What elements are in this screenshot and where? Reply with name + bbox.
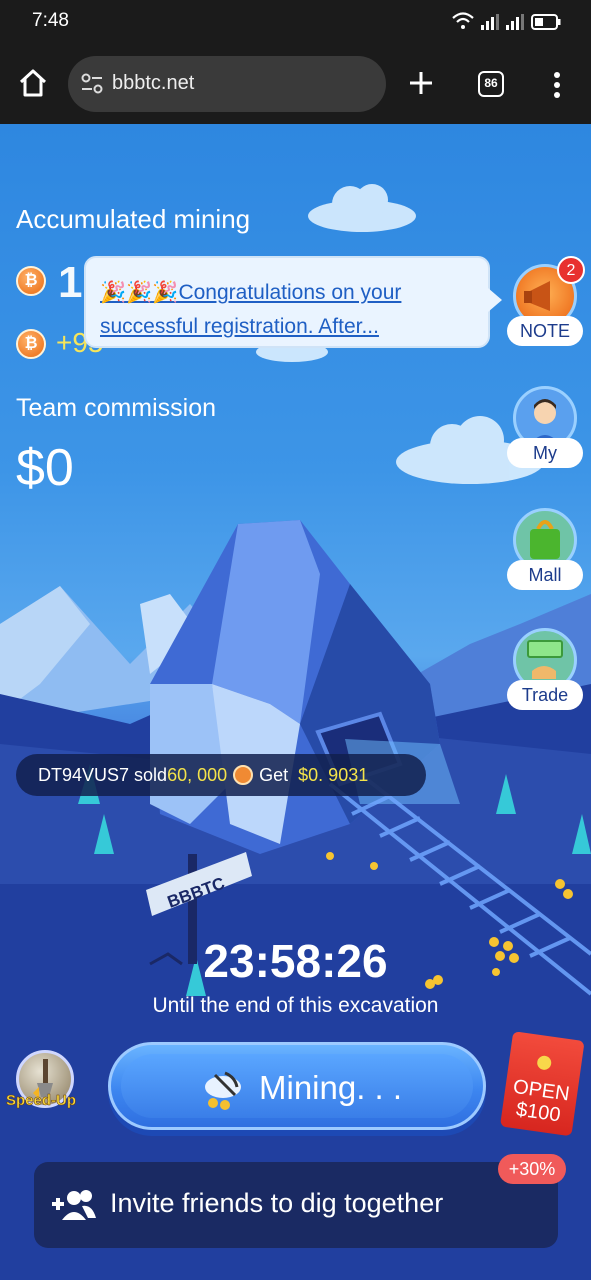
trade-label: Trade xyxy=(507,680,583,710)
pickaxe-cloud-icon xyxy=(205,1071,241,1110)
bitcoin-coin-icon-daily: ₿ xyxy=(16,329,46,359)
mall-button[interactable]: Mall xyxy=(505,508,585,592)
mall-label: Mall xyxy=(507,560,583,590)
red-packet-button[interactable]: OPEN $100 xyxy=(499,1031,588,1141)
note-label: NOTE xyxy=(507,316,583,346)
ticker-user: DT94VUS7 sold xyxy=(38,765,168,785)
signal-icon-2 xyxy=(506,14,524,30)
battery-icon xyxy=(531,14,561,30)
invite-bonus-badge: +30% xyxy=(498,1154,566,1184)
notice-line-1[interactable]: 🎉🎉🎉Congratulations on your xyxy=(100,276,480,310)
invite-label: Invite friends to dig together xyxy=(110,1188,444,1218)
coin-icon xyxy=(233,765,254,785)
accumulated-mining-label: Accumulated mining xyxy=(16,204,251,234)
status-time: 7:48 xyxy=(32,10,69,31)
status-bar: 7:48 xyxy=(0,0,591,44)
notice-link[interactable]: 🎉🎉🎉Congratulations on your successful re… xyxy=(100,276,480,344)
home-icon[interactable] xyxy=(16,66,50,100)
more-menu-icon[interactable] xyxy=(540,68,574,102)
invite-friends-button[interactable]: Invite friends to dig together xyxy=(34,1162,558,1248)
mining-label: Mining. . . xyxy=(259,1069,403,1106)
browser-toolbar: bbbtc.net 86 xyxy=(0,44,591,124)
speed-up-button[interactable]: Speed-Up xyxy=(6,1050,82,1122)
notice-line-2[interactable]: successful registration. After... xyxy=(100,310,480,344)
url-text[interactable]: bbbtc.net xyxy=(112,72,194,95)
countdown-timer: 23:58:26 xyxy=(203,935,388,987)
mining-app: BBBTC Accumulated mining ₿ 1 ₿ +95 Team … xyxy=(0,124,591,1280)
speed-up-label: Speed-Up xyxy=(6,1092,77,1110)
note-badge: 2 xyxy=(557,256,585,284)
sales-ticker: DT94VUS7 sold60, 000 Get $0. 9031 xyxy=(16,754,426,796)
ticker-amount: 60, 000 xyxy=(167,765,228,785)
add-user-icon xyxy=(52,1190,96,1220)
my-button[interactable]: My xyxy=(505,386,585,470)
notice-popup[interactable]: 🎉🎉🎉Congratulations on your successful re… xyxy=(84,256,502,348)
team-commission-value: $0 xyxy=(16,439,74,497)
team-commission-label: Team commission xyxy=(16,394,217,422)
mining-button[interactable]: Mining. . . xyxy=(108,1042,486,1130)
wifi-icon xyxy=(452,12,474,29)
accumulated-mining-value: 1 xyxy=(58,258,83,307)
bitcoin-coin-icon: ₿ xyxy=(16,266,46,296)
ticker-get: Get xyxy=(259,765,289,785)
new-tab-icon[interactable] xyxy=(404,66,438,100)
tab-switcher-button[interactable]: 86 xyxy=(478,71,504,97)
signal-icon-1 xyxy=(481,14,499,30)
my-label: My xyxy=(507,438,583,468)
ticker-price: $0. 9031 xyxy=(298,765,369,785)
address-bar[interactable]: bbbtc.net xyxy=(68,56,386,112)
countdown-caption: Until the end of this excavation xyxy=(152,994,439,1017)
trade-button[interactable]: Trade xyxy=(505,628,585,712)
note-button[interactable]: 2 NOTE xyxy=(505,256,585,348)
status-icons xyxy=(452,12,561,30)
site-settings-icon[interactable] xyxy=(80,73,104,95)
